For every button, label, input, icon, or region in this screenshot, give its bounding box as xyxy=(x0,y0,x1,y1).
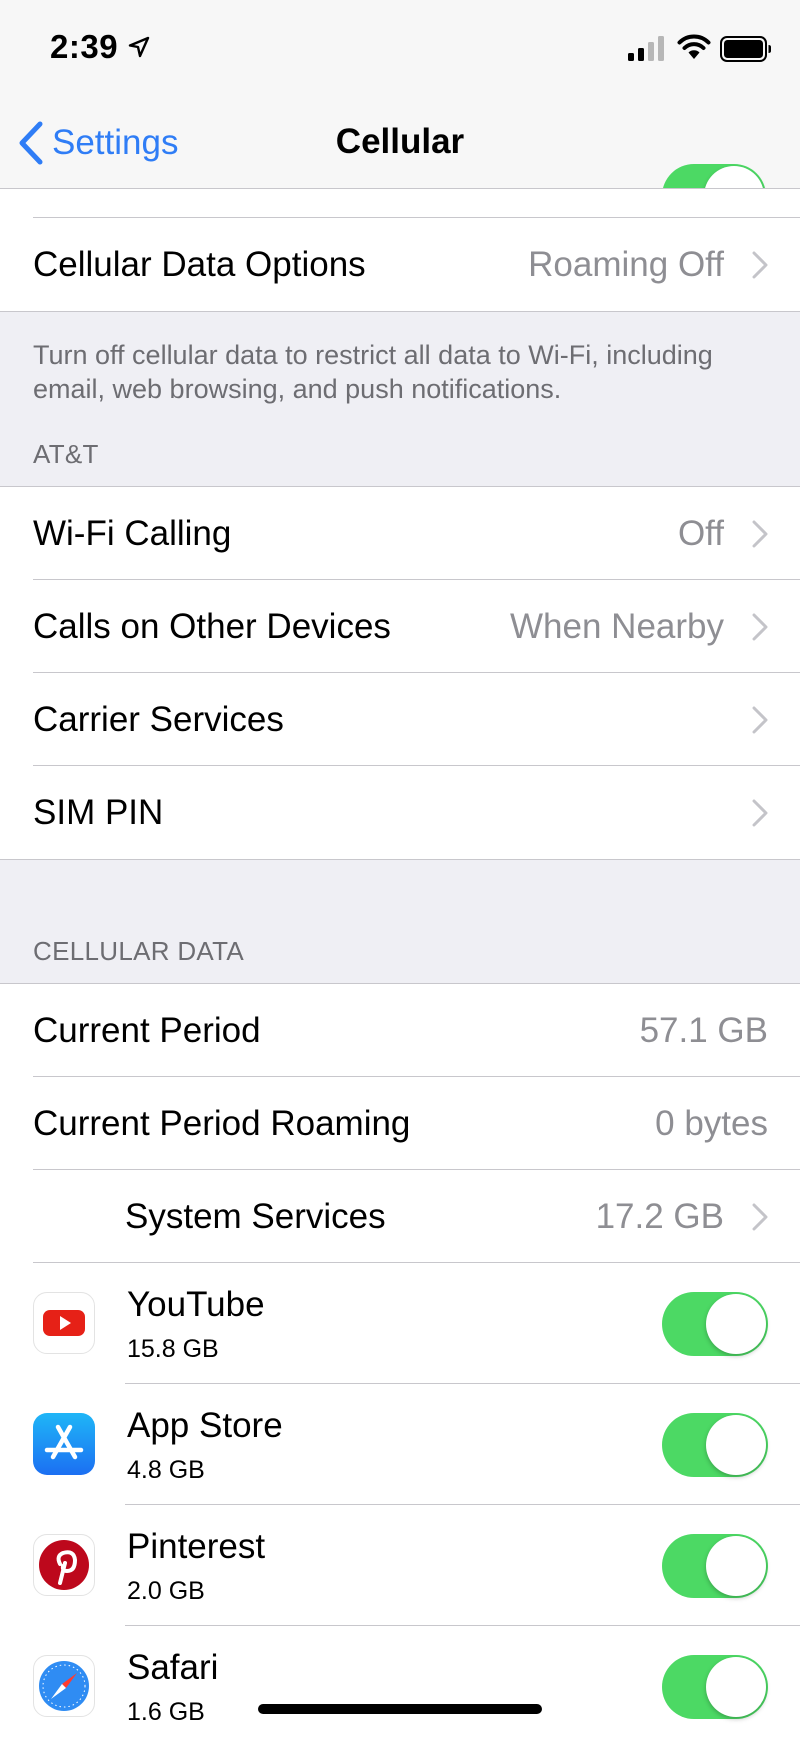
current-period-row: Current Period 57.1 GB xyxy=(0,984,800,1077)
cellular-signal-icon xyxy=(628,36,664,61)
row-label: SIM PIN xyxy=(33,792,164,832)
toggle-knob xyxy=(706,1415,766,1475)
row-value: 17.2 GB xyxy=(595,1196,724,1236)
chevron-right-icon xyxy=(752,613,768,640)
wifi-calling-row[interactable]: Wi-Fi Calling Off xyxy=(0,487,800,580)
app-row-youtube: YouTube 15.8 GB xyxy=(0,1263,800,1384)
cellular-data-usage-group: Current Period 57.1 GB Current Period Ro… xyxy=(0,983,800,1747)
chevron-right-icon xyxy=(752,251,768,278)
row-label: Carrier Services xyxy=(33,699,284,739)
app-usage: 1.6 GB xyxy=(127,1698,205,1726)
system-services-row[interactable]: System Services 17.2 GB xyxy=(0,1170,800,1263)
wifi-icon xyxy=(677,34,711,59)
app-row-app-store: App Store 4.8 GB xyxy=(0,1384,800,1505)
pinterest-cellular-toggle[interactable] xyxy=(662,1534,768,1598)
cellular-data-options-row[interactable]: Cellular Data Options Roaming Off xyxy=(0,218,800,311)
battery-icon xyxy=(720,36,771,62)
row-value: 0 bytes xyxy=(655,1103,768,1143)
home-indicator[interactable] xyxy=(258,1704,542,1714)
row-value: Off xyxy=(677,513,724,553)
app-name: Pinterest xyxy=(127,1527,266,1566)
cellular-data-toggle[interactable] xyxy=(662,164,766,188)
row-label: System Services xyxy=(125,1196,386,1236)
app-name: YouTube xyxy=(127,1285,265,1324)
toggle-knob xyxy=(706,1657,766,1717)
page-title: Cellular xyxy=(335,122,465,161)
pinterest-icon xyxy=(33,1534,95,1596)
status-time: 2:39 xyxy=(50,28,119,65)
section-header-label: AT&T xyxy=(33,439,99,469)
app-store-cellular-toggle[interactable] xyxy=(662,1413,768,1477)
safari-cellular-toggle[interactable] xyxy=(662,1655,768,1719)
row-value: When Nearby xyxy=(510,606,724,646)
row-label: Calls on Other Devices xyxy=(33,606,391,646)
row-label: Current Period Roaming xyxy=(33,1103,411,1143)
row-label: Current Period xyxy=(33,1010,261,1050)
row-label: Wi-Fi Calling xyxy=(33,513,232,553)
toggle-knob xyxy=(706,1536,766,1596)
row-value: 57.1 GB xyxy=(639,1010,768,1050)
chevron-right-icon xyxy=(752,1203,768,1230)
app-store-icon xyxy=(33,1413,95,1475)
cellular-data-group: Cellular Data Options Roaming Off xyxy=(0,189,800,312)
app-usage: 15.8 GB xyxy=(127,1335,219,1363)
toggle-knob xyxy=(706,1294,766,1354)
carrier-group: Wi-Fi Calling Off Calls on Other Devices… xyxy=(0,486,800,860)
status-bar: 2:39 xyxy=(0,0,800,100)
app-row-safari: Safari 1.6 GB xyxy=(0,1626,800,1747)
safari-icon xyxy=(33,1655,95,1717)
cellular-data-section-header: CELLULAR DATA xyxy=(0,930,800,983)
toggle-knob xyxy=(704,166,764,188)
settings-content: Cellular Data Options Roaming Off Turn o… xyxy=(0,189,800,1747)
row-label: Cellular Data Options xyxy=(33,244,366,284)
chevron-right-icon xyxy=(752,799,768,826)
sim-pin-row[interactable]: SIM PIN xyxy=(0,766,800,859)
cellular-data-footnote: Turn off cellular data to restrict all d… xyxy=(33,340,713,404)
section-header-label: CELLULAR DATA xyxy=(33,936,244,966)
chevron-right-icon xyxy=(752,706,768,733)
carrier-services-row[interactable]: Carrier Services xyxy=(0,673,800,766)
row-value: Roaming Off xyxy=(528,244,724,284)
youtube-cellular-toggle[interactable] xyxy=(662,1292,768,1356)
row-fragment xyxy=(0,189,800,218)
location-arrow-icon xyxy=(128,36,150,58)
app-usage: 4.8 GB xyxy=(127,1456,205,1484)
carrier-section-header: AT&T xyxy=(0,433,800,486)
app-name: App Store xyxy=(127,1406,283,1445)
app-name: Safari xyxy=(127,1648,219,1687)
calls-on-other-devices-row[interactable]: Calls on Other Devices When Nearby xyxy=(0,580,800,673)
youtube-icon xyxy=(33,1292,95,1354)
current-period-roaming-row: Current Period Roaming 0 bytes xyxy=(0,1077,800,1170)
app-usage: 2.0 GB xyxy=(127,1577,205,1605)
chevron-right-icon xyxy=(752,520,768,547)
navigation-bar: Settings Cellular xyxy=(0,100,800,189)
app-row-pinterest: Pinterest 2.0 GB xyxy=(0,1505,800,1626)
